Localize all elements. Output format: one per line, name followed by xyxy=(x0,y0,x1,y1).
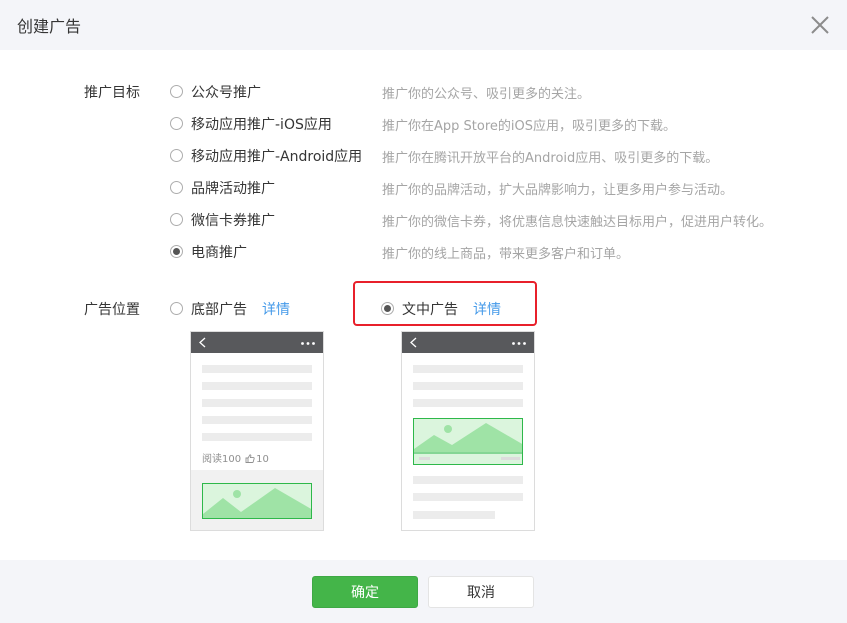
inline-ad-preview xyxy=(401,331,535,531)
text-line xyxy=(413,365,523,373)
dialog-header: 创建广告 xyxy=(0,0,847,50)
confirm-button[interactable]: 确定 xyxy=(312,576,418,608)
inline-ad-details-link[interactable]: 详情 xyxy=(473,299,501,319)
option-description: 推广你在App Store的iOS应用，吸引更多的下载。 xyxy=(382,119,676,134)
option-label: 移动应用推广-iOS应用 xyxy=(191,117,332,133)
option-description: 推广你的线上商品，带来更多客户和订单。 xyxy=(382,247,630,262)
radio-button-checked[interactable] xyxy=(170,245,183,258)
option-label: 底部广告 xyxy=(191,302,247,318)
option-label: 移动应用推广-Android应用 xyxy=(191,149,363,165)
text-line xyxy=(413,493,523,501)
image-placeholder-graphic xyxy=(414,423,522,460)
target-option-brand-activity[interactable]: 品牌活动推广 推广你的品牌活动，扩大品牌影响力，让更多用户参与活动。 xyxy=(170,178,810,198)
thumbs-up-icon xyxy=(245,454,255,463)
bottom-ad-area xyxy=(191,470,323,530)
text-line xyxy=(413,511,495,519)
cancel-button[interactable]: 取消 xyxy=(428,576,534,608)
image-placeholder-icon xyxy=(413,418,523,465)
text-line xyxy=(202,382,312,390)
radio-button[interactable] xyxy=(170,149,183,162)
radio-button[interactable] xyxy=(170,181,183,194)
phone-nav-bar xyxy=(402,332,534,353)
image-placeholder-graphic xyxy=(203,488,311,518)
position-option-bottom[interactable]: 底部广告 详情 xyxy=(170,299,340,319)
radio-button[interactable] xyxy=(170,213,183,226)
text-line xyxy=(202,365,312,373)
text-line xyxy=(413,382,523,390)
option-label: 电商推广 xyxy=(191,245,247,261)
option-label: 文中广告 xyxy=(402,302,458,318)
option-description: 推广你的公众号、吸引更多的关注。 xyxy=(382,87,591,102)
bottom-ad-details-link[interactable]: 详情 xyxy=(262,299,290,319)
radio-button-checked[interactable] xyxy=(381,302,394,315)
radio-button[interactable] xyxy=(170,302,183,315)
image-placeholder-icon xyxy=(202,483,312,519)
bottom-ad-preview: 阅读100 10 xyxy=(190,331,324,531)
text-line xyxy=(413,476,523,484)
close-icon[interactable] xyxy=(809,14,831,36)
phone-nav-bar xyxy=(191,332,323,353)
dialog-title: 创建广告 xyxy=(17,17,82,36)
radio-button[interactable] xyxy=(170,117,183,130)
like-count: 10 xyxy=(256,454,269,465)
dialog-footer: 确定 取消 xyxy=(0,560,847,623)
text-line xyxy=(202,399,312,407)
position-section-label: 广告位置 xyxy=(84,302,140,318)
article-meta: 阅读100 10 xyxy=(202,450,269,465)
option-description: 推广你的微信卡券，将优惠信息快速触达目标用户，促进用户转化。 xyxy=(382,215,773,230)
option-description: 推广你在腾讯开放平台的Android应用、吸引更多的下载。 xyxy=(382,151,719,166)
option-label: 公众号推广 xyxy=(191,85,261,101)
option-label: 品牌活动推广 xyxy=(191,181,275,197)
back-icon xyxy=(410,337,417,348)
target-section-label: 推广目标 xyxy=(84,85,140,101)
position-option-inline[interactable]: 文中广告 详情 xyxy=(381,299,551,319)
text-line xyxy=(413,399,523,407)
target-option-wechat-card[interactable]: 微信卡券推广 推广你的微信卡券，将优惠信息快速触达目标用户，促进用户转化。 xyxy=(170,210,810,230)
more-icon xyxy=(512,342,526,345)
option-label: 微信卡券推广 xyxy=(191,213,275,229)
target-option-ios-app[interactable]: 移动应用推广-iOS应用 推广你在App Store的iOS应用，吸引更多的下载… xyxy=(170,114,810,134)
back-icon xyxy=(199,337,206,348)
read-count: 阅读100 xyxy=(202,454,242,465)
text-line xyxy=(202,433,312,441)
more-icon xyxy=(301,342,315,345)
text-line xyxy=(202,416,312,424)
radio-button[interactable] xyxy=(170,85,183,98)
target-option-official-account[interactable]: 公众号推广 推广你的公众号、吸引更多的关注。 xyxy=(170,82,810,102)
target-option-ecommerce[interactable]: 电商推广 推广你的线上商品，带来更多客户和订单。 xyxy=(170,242,810,262)
option-description: 推广你的品牌活动，扩大品牌影响力，让更多用户参与活动。 xyxy=(382,183,734,198)
target-option-android-app[interactable]: 移动应用推广-Android应用 推广你在腾讯开放平台的Android应用、吸引… xyxy=(170,146,810,166)
